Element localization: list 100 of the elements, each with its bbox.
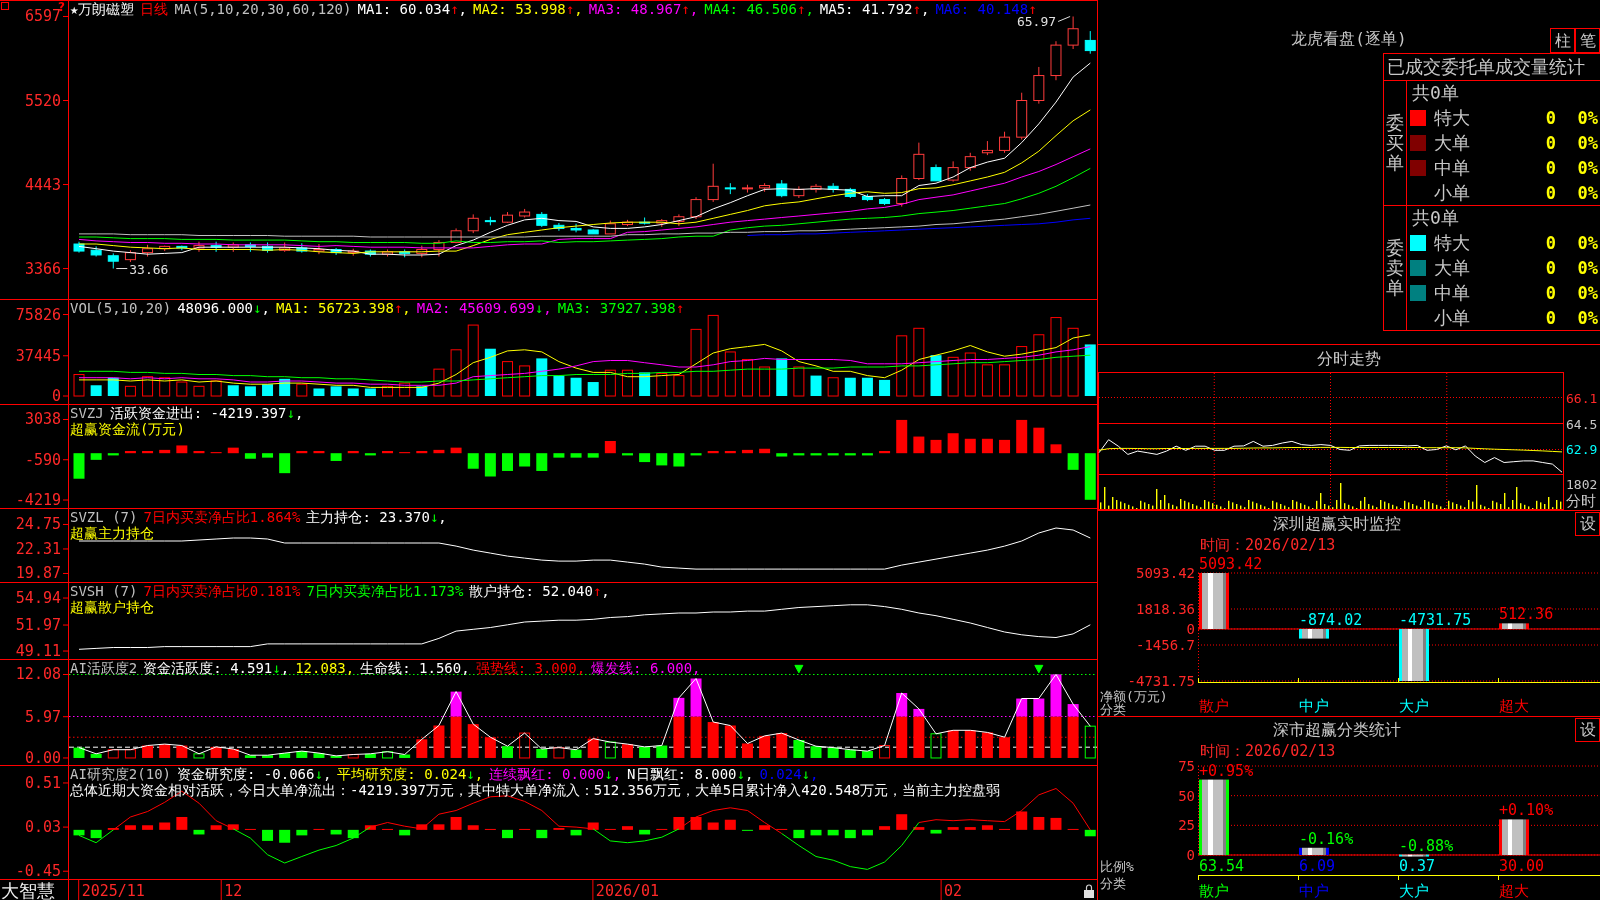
axis-label: 19.87: [15, 564, 61, 583]
axis-label: 6597: [24, 7, 61, 26]
legend-item: SVZL (7): [70, 509, 138, 525]
axis-label: 0: [1186, 847, 1195, 863]
legend-item: 连续飘红: 0.000↓,: [489, 766, 622, 782]
category-label: 超大: [1499, 882, 1529, 900]
brand-name: 大智慧: [1, 880, 55, 900]
order-share: 0%: [1577, 107, 1599, 128]
legend-item: MA1: 60.034↑,: [357, 1, 468, 17]
legend-item: MA(5,10,20,30,60,120): [174, 1, 352, 17]
chart-mode-label: 分时: [1566, 492, 1596, 510]
order-share: 0%: [1577, 257, 1599, 278]
axis-label: 4443: [24, 175, 61, 194]
group-label: 委买单: [1386, 113, 1404, 173]
order-size-label: 中单: [1434, 156, 1470, 179]
change-label: +0.10%: [1499, 801, 1554, 820]
table-title: 已成交委托单成交量统计: [1387, 55, 1585, 79]
order-count: 0: [1545, 307, 1556, 328]
order-size-label: 大单: [1434, 131, 1470, 154]
axis-title: 分类: [1100, 876, 1126, 891]
legend-item: 资金活跃度: 4.591↓,: [143, 660, 290, 676]
value-label: 63.54: [1199, 857, 1245, 875]
axis-label: 64.5: [1566, 416, 1598, 432]
axis-label: 54.94: [15, 589, 61, 608]
order-share: 0%: [1577, 307, 1599, 328]
legend-item: 48096.000↓,: [177, 300, 270, 316]
axis-label: 24.75: [15, 515, 61, 534]
axis-label: 0.51: [24, 773, 61, 792]
legend-item: AI活跃度2: [70, 660, 138, 676]
order-size-label: 特大: [1434, 231, 1470, 254]
order-size-label: 中单: [1434, 281, 1470, 304]
group-label: 委卖单: [1386, 238, 1404, 298]
date-label: 2026/01: [595, 882, 660, 900]
axis-label: 22.31: [15, 539, 61, 558]
legend-item: ★万朗磁塑: [70, 1, 135, 17]
order-count: 0: [1545, 107, 1556, 128]
axis-label: 0: [51, 387, 61, 405]
date-label: 12: [224, 882, 243, 900]
legend-item: 平均研究度: 0.024↓,: [337, 766, 484, 782]
category-label: 中户: [1299, 697, 1329, 715]
axis-label: 5.97: [24, 707, 61, 726]
indicator-subtitle: 超赢主力持仓: [70, 525, 154, 541]
axis-title: 分类: [1100, 702, 1126, 716]
legend-item: 0.024↓,: [759, 766, 819, 782]
axis-label: -4219: [15, 491, 61, 509]
legend-item: MA6: 40.148↑: [935, 1, 1037, 17]
order-share: 0%: [1577, 232, 1599, 253]
date-label: 2025/11: [81, 882, 145, 900]
order-count: 0: [1545, 132, 1556, 153]
value-label: 30.00: [1499, 857, 1545, 875]
order-share: 0%: [1577, 132, 1599, 153]
axis-label: -0.45: [15, 862, 61, 881]
legend-item: 日线: [140, 1, 169, 17]
order-total: 共0单: [1412, 82, 1459, 104]
order-count: 0: [1545, 232, 1556, 253]
axis-title: 净额(万元): [1100, 689, 1168, 704]
date-label: 02: [944, 882, 963, 900]
panel-title: 深市超赢分类统计: [1272, 720, 1401, 740]
legend-item: 生命线: 1.560,: [360, 660, 470, 676]
legend-item: N日飘红: 8.000↓,: [627, 766, 754, 782]
legend-item: 12.083,: [295, 660, 355, 676]
category-label: 散户: [1199, 882, 1229, 900]
category-label: 散户: [1199, 697, 1229, 715]
legend-item: 散户持仓: 52.040↑,: [469, 583, 610, 599]
change-label: +0.95%: [1199, 761, 1254, 780]
value-label: -4731.75: [1399, 611, 1472, 629]
axis-label: 3038: [24, 410, 61, 429]
axis-label: 75: [1178, 759, 1195, 774]
high-price-label: 65.97: [1017, 14, 1057, 30]
value-label: 0.37: [1399, 857, 1436, 875]
axis-label: 66.1: [1566, 390, 1598, 406]
order-size-label: 大单: [1434, 256, 1470, 279]
axis-label: 0.00: [24, 748, 61, 767]
category-label: 大户: [1399, 882, 1429, 900]
summary-text: 总体近期大资金相对活跃，今日大单净流出：-4219.397万元，其中特大单净流入：512.356万元，大单5日累计净入420.548万元，当前主力控盘弱: [70, 782, 1001, 798]
axis-label: 75826: [15, 305, 61, 324]
low-price-label: 33.66: [129, 261, 169, 277]
axis-label: 25: [1178, 817, 1195, 834]
axis-label: 3366: [24, 259, 61, 278]
legend-item: 强势线: 3.000,: [475, 660, 586, 676]
axis-label: 49.11: [15, 642, 61, 661]
legend-item: MA5: 41.792↑,: [819, 1, 930, 17]
legend-item: 爆发线: 6.000,: [591, 660, 701, 676]
change-label: -0.88%: [1399, 836, 1454, 855]
legend-item: MA2: 53.998↑,: [473, 1, 583, 17]
axis-label: 1802: [1566, 477, 1598, 492]
axis-title: 比例%: [1100, 859, 1134, 874]
legend-item: MA1: 56723.398↑,: [275, 300, 411, 316]
order-share: 0%: [1577, 157, 1599, 178]
indicator-subtitle: 超赢散户持仓: [70, 599, 154, 615]
legend-item: 7日内买卖净占比1.173%: [306, 583, 464, 599]
panel-title: 分时走势: [1317, 348, 1381, 369]
order-count: 0: [1545, 157, 1556, 178]
category-label: 超大: [1499, 697, 1529, 715]
legend-item: SVSH (7): [70, 583, 138, 599]
legend-item: MA3: 48.967↑,: [588, 1, 699, 17]
legend-item: MA2: 45609.699↓,: [416, 300, 552, 316]
value-label: 5093.42: [1199, 555, 1263, 573]
order-share: 0%: [1577, 182, 1599, 203]
order-size-label: 小单: [1434, 306, 1470, 329]
